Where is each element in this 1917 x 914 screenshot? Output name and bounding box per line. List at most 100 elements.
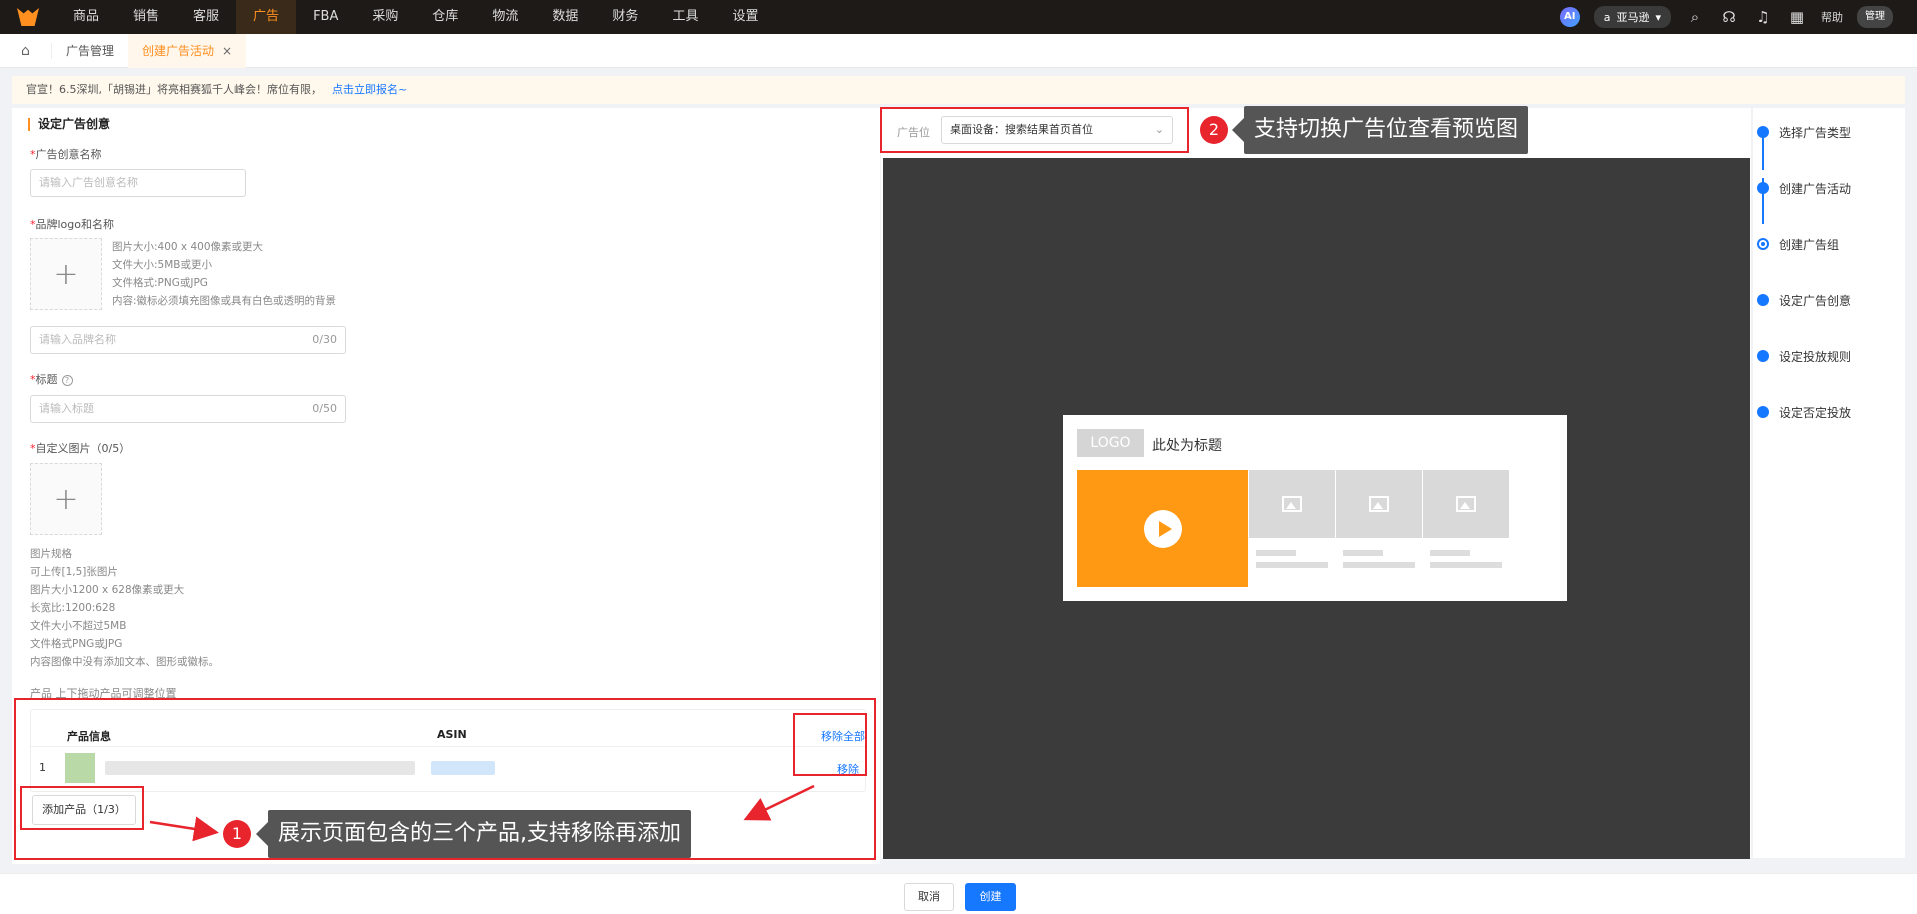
app-logo[interactable] (0, 0, 56, 34)
step-set-targeting: 设定投放规则 (1757, 348, 1851, 365)
step-done-dot (1757, 126, 1769, 138)
ad-product-image (1336, 470, 1422, 538)
ai-assistant-icon[interactable]: AI (1559, 7, 1580, 27)
step-set-creative: 设定广告创意 (1757, 292, 1851, 309)
spec-line: 文件大小不超过5MB (30, 620, 127, 632)
create-button[interactable]: 创建 (965, 883, 1016, 911)
spec-line: 可上传[1,5]张图片 (30, 566, 118, 578)
chevron-down-icon: ▾ (1655, 10, 1661, 24)
ad-product-image (1423, 470, 1509, 538)
hint-line: 图片大小:400 x 400像素或更大 (112, 241, 264, 253)
play-icon (1144, 510, 1182, 548)
custom-image-label: *自定义图片（0/5） (30, 442, 131, 455)
headset-icon[interactable]: ☊ (1719, 8, 1739, 26)
creative-name-input[interactable]: 请输入广告创意名称 (30, 169, 246, 197)
cancel-button[interactable]: 取消 (904, 883, 954, 911)
grid-icon[interactable]: ▦ (1787, 8, 1807, 26)
ad-text-line (1343, 562, 1415, 568)
step-dot (1757, 406, 1769, 418)
store-select[interactable]: a 亚马逊 ▾ (1593, 6, 1671, 28)
hint-line: 内容:徽标必须填充图像或具有白色或透明的背景 (112, 295, 337, 307)
annotation-box-remove (793, 713, 867, 776)
nav-item-warehouse[interactable]: 仓库 (415, 0, 475, 34)
close-icon[interactable]: × (222, 44, 232, 58)
nav-item-data[interactable]: 数据 (535, 0, 595, 34)
spec-line: 长宽比:1200:628 (30, 602, 116, 614)
spec-line: 图片大小1200 x 628像素或更大 (30, 584, 185, 596)
creative-name-label: *广告创意名称 (30, 148, 102, 161)
image-icon (1369, 496, 1389, 512)
nav-item-service[interactable]: 客服 (176, 0, 236, 34)
brand-hints: 图片大小:400 x 400像素或更大 文件大小:5MB或更小 文件格式:PNG… (112, 238, 336, 310)
step-dot (1757, 350, 1769, 362)
tab-bar: ⌂ 广告管理 创建广告活动 × (0, 33, 1917, 68)
nav-item-purchase[interactable]: 采购 (355, 0, 415, 34)
headline-input[interactable]: 请输入标题 0/50 (30, 395, 346, 423)
nav-item-logistics[interactable]: 物流 (475, 0, 535, 34)
nav-item-settings[interactable]: 设置 (715, 0, 775, 34)
ad-text-line (1430, 562, 1502, 568)
step-done-dot (1757, 182, 1769, 194)
hint-line: 文件大小:5MB或更小 (112, 259, 212, 271)
tab-create-campaign[interactable]: 创建广告活动 × (128, 33, 247, 68)
step-create-adgroup: 创建广告组 (1757, 236, 1839, 253)
bell-icon[interactable]: ♫ (1753, 8, 1773, 26)
notice-register-link[interactable]: 点击立即报名~ (332, 83, 407, 96)
ad-preview-card: LOGO 此处为标题 (1063, 415, 1567, 601)
user-menu[interactable]: 管理 (1857, 6, 1893, 28)
step-dot (1757, 294, 1769, 306)
ad-video-placeholder (1077, 470, 1248, 587)
ad-text-line (1430, 550, 1470, 556)
tab-label: 广告管理 (66, 43, 115, 58)
headline-placeholder: 请输入标题 (39, 402, 94, 415)
annotation-badge-2: 2 (1200, 116, 1228, 144)
help-link[interactable]: 帮助 (1821, 9, 1843, 25)
top-nav: 商品 销售 客服 广告 FBA 采购 仓库 物流 数据 财务 工具 设置 AI … (0, 0, 1917, 34)
nav-item-products[interactable]: 商品 (56, 0, 116, 34)
hint-line: 文件格式:PNG或JPG (112, 277, 208, 289)
section-title: 设定广告创意 (28, 118, 110, 131)
ad-text-line (1343, 550, 1383, 556)
step-progress: 选择广告类型 创建广告活动 创建广告组 设定广告创意 设定投放规则 设定否定投放 (1753, 108, 1905, 858)
preview-canvas: LOGO 此处为标题 (883, 158, 1750, 859)
notice-text: 官宣！6.5深圳,「胡锡进」将亮相赛狐千人峰会！席位有限， (26, 83, 322, 96)
fox-logo-icon (17, 8, 39, 26)
tab-label: 创建广告活动 (142, 43, 215, 58)
image-icon (1456, 496, 1476, 512)
footer-actions: 取消 创建 (0, 873, 1917, 914)
notice-banner: 官宣！6.5深圳,「胡锡进」将亮相赛狐千人峰会！席位有限， 点击立即报名~ (12, 76, 1905, 104)
help-icon[interactable]: ? (61, 374, 73, 386)
amazon-icon: a (1603, 10, 1611, 24)
brand-logo-upload[interactable]: + (30, 238, 102, 310)
step-create-campaign: 创建广告活动 (1757, 180, 1851, 197)
step-select-type: 选择广告类型 (1757, 124, 1851, 141)
headline-label: *标题? (30, 371, 73, 387)
ad-title-placeholder: 此处为标题 (1152, 438, 1222, 454)
brand-name-counter: 0/30 (312, 333, 337, 346)
ad-product-image (1249, 470, 1335, 538)
search-icon[interactable]: ⌕ (1685, 8, 1705, 26)
brand-label: *品牌logo和名称 (30, 218, 114, 231)
tab-ad-management[interactable]: 广告管理 (52, 34, 128, 68)
step-current-dot (1757, 238, 1769, 250)
nav-item-finance[interactable]: 财务 (595, 0, 655, 34)
home-icon[interactable]: ⌂ (0, 42, 52, 59)
nav-right-tools: AI a 亚马逊 ▾ ⌕ ☊ ♫ ▦ 帮助 管理 (1559, 0, 1917, 34)
headline-counter: 0/50 (312, 402, 337, 415)
image-specs: 图片规格 可上传[1,5]张图片 图片大小1200 x 628像素或更大 长宽比… (30, 545, 219, 671)
annotation-callout-2: 支持切换广告位查看预览图 (1231, 106, 1529, 154)
image-spec-title: 图片规格 (30, 548, 72, 560)
annotation-badge-1: 1 (223, 820, 251, 848)
annotation-callout-1: 展示页面包含的三个产品,支持移除再添加 (256, 810, 691, 858)
custom-image-upload[interactable]: + (30, 463, 102, 535)
ad-text-line (1256, 550, 1296, 556)
ad-text-line (1256, 562, 1328, 568)
brand-name-input[interactable]: 请输入品牌名称 0/30 (30, 326, 346, 354)
nav-item-tools[interactable]: 工具 (655, 0, 715, 34)
spec-line: 文件格式PNG或JPG (30, 638, 123, 650)
spec-line: 内容图像中没有添加文本、图形或徽标。 (30, 656, 219, 668)
nav-item-fba[interactable]: FBA (296, 0, 355, 34)
image-icon (1282, 496, 1302, 512)
nav-item-sales[interactable]: 销售 (116, 0, 176, 34)
nav-item-ads[interactable]: 广告 (236, 0, 297, 34)
